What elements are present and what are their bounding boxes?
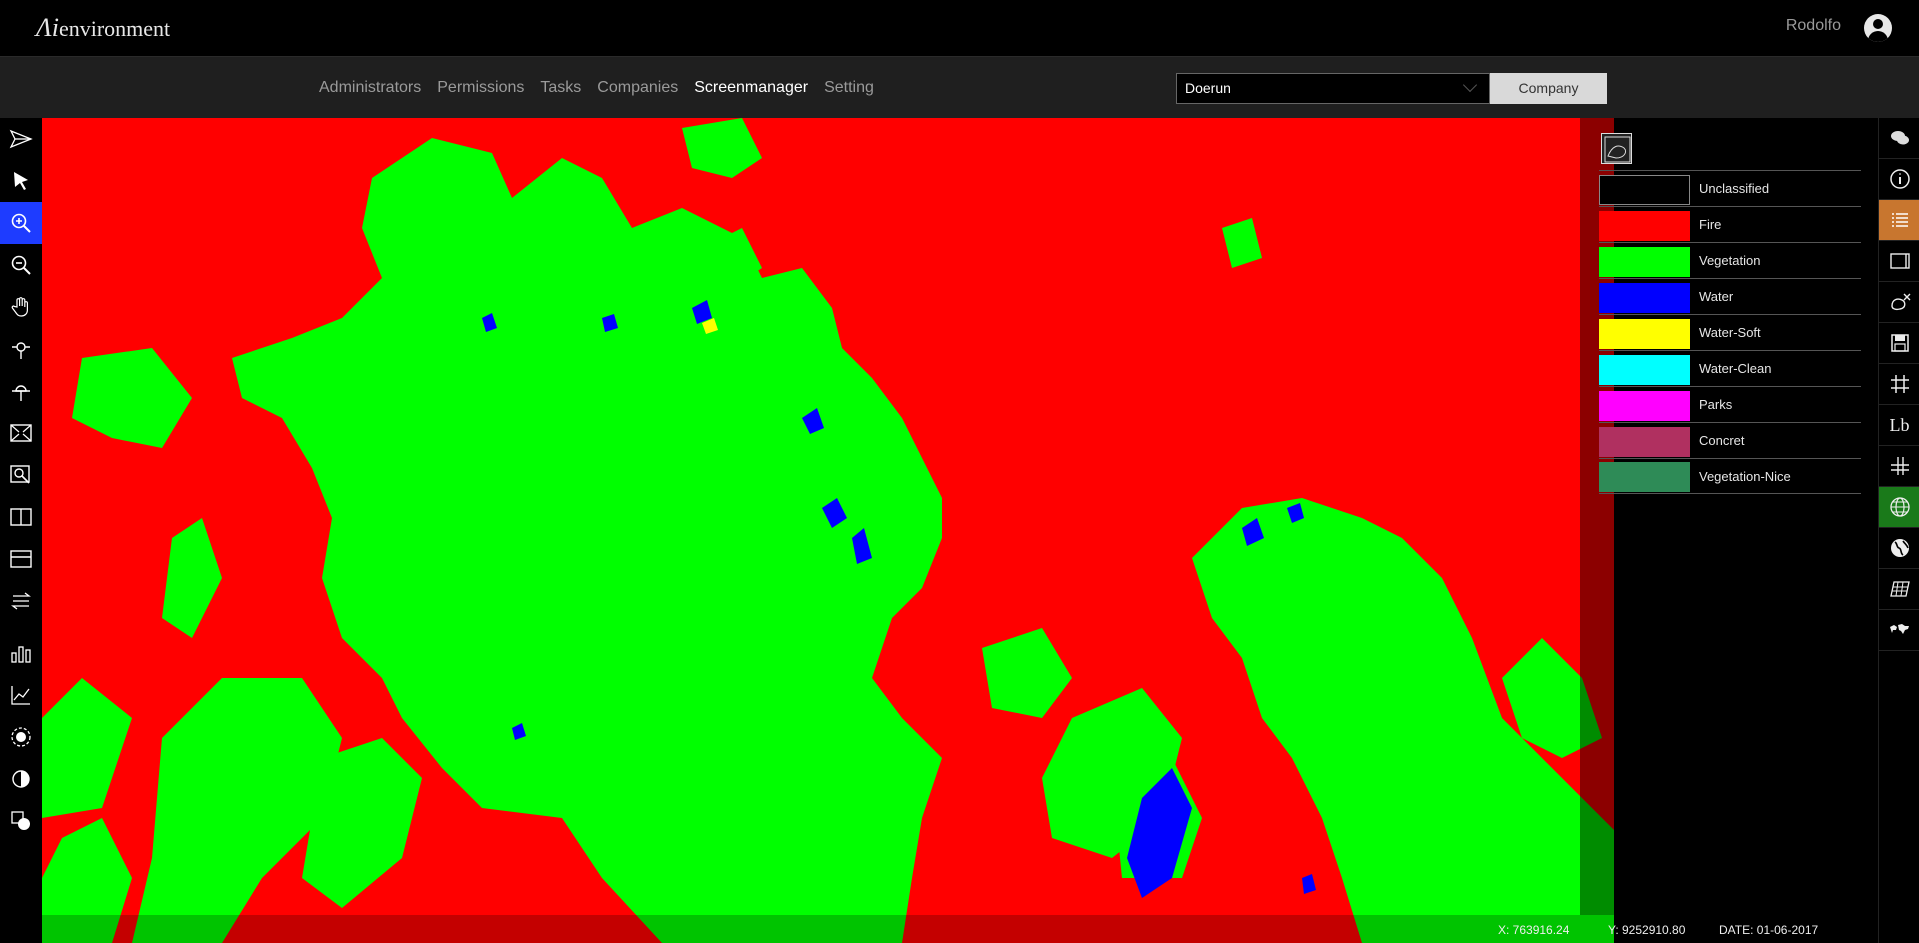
legend-swatch <box>1599 390 1690 421</box>
right-toolbar: Lb <box>1878 118 1919 943</box>
nav-companies[interactable]: Companies <box>597 79 678 97</box>
legend-label: Water-Soft <box>1699 325 1761 340</box>
layers-color-icon[interactable] <box>0 800 42 842</box>
world-map-icon[interactable] <box>1879 610 1919 651</box>
zoom-window-icon[interactable] <box>0 454 42 496</box>
legend-row-unclassified: Unclassified <box>1599 170 1861 206</box>
legend-label: Water-Clean <box>1699 361 1772 376</box>
pointer-icon[interactable] <box>0 160 42 202</box>
legend-row-vegetation: Vegetation <box>1599 242 1861 278</box>
legend-swatch <box>1599 318 1690 349</box>
nav-screenmanager[interactable]: Screenmanager <box>694 79 808 97</box>
legend-label: Parks <box>1699 397 1733 412</box>
user-avatar-icon[interactable] <box>1864 14 1892 42</box>
pin-add-icon[interactable] <box>0 328 42 370</box>
legend-swatch <box>1599 174 1690 205</box>
bar-chart-icon[interactable] <box>0 632 42 674</box>
split-horizontal-icon[interactable] <box>0 538 42 580</box>
company-button[interactable]: Company <box>1490 73 1607 104</box>
globe-grid-icon[interactable] <box>1879 487 1919 528</box>
panel-icon[interactable] <box>1879 241 1919 282</box>
status-bar: X: 763916.24 Y: 9252910.80 DATE: 01-06-2… <box>42 915 1878 943</box>
legend-toggle-icon[interactable] <box>1601 133 1632 164</box>
send-icon[interactable] <box>0 118 42 160</box>
nav-administrators[interactable]: Administrators <box>319 79 421 97</box>
graticule-icon[interactable] <box>1879 446 1919 487</box>
contrast-icon[interactable] <box>0 758 42 800</box>
legend-label: Vegetation <box>1699 253 1761 268</box>
legend-row-water-soft: Water-Soft <box>1599 314 1861 350</box>
pin-remove-icon[interactable] <box>0 370 42 412</box>
map-tiles-icon[interactable] <box>1879 569 1919 610</box>
legend-row-fire: Fire <box>1599 206 1861 242</box>
legend-label: Concret <box>1699 433 1745 448</box>
globe-icon[interactable] <box>1879 528 1919 569</box>
legend-swatch <box>1599 282 1690 313</box>
swipe-icon[interactable] <box>0 580 42 622</box>
line-chart-icon[interactable] <box>0 674 42 716</box>
legend-swatch <box>1599 246 1690 277</box>
legend-row-vegetation-nice: Vegetation-Nice <box>1599 458 1861 494</box>
coord-x-readout: X: 763916.24 <box>1498 923 1570 937</box>
nav-bar: Administrators Permissions Tasks Compani… <box>0 57 1919 118</box>
legend-swatch <box>1599 354 1690 385</box>
main-menu: Administrators Permissions Tasks Compani… <box>319 79 874 97</box>
legend-swatch <box>1599 210 1690 241</box>
grid-icon[interactable] <box>1879 364 1919 405</box>
legend-row-concret: Concret <box>1599 422 1861 458</box>
info-icon[interactable] <box>1879 159 1919 200</box>
company-select[interactable]: Doerun <box>1176 73 1490 104</box>
label-icon[interactable]: Lb <box>1879 405 1919 446</box>
nav-tasks[interactable]: Tasks <box>540 79 581 97</box>
legend-row-parks: Parks <box>1599 386 1861 422</box>
legend-label: Unclassified <box>1699 181 1770 196</box>
legend-list-icon[interactable] <box>1879 200 1919 241</box>
company-select-value: Doerun <box>1185 80 1231 96</box>
legend-row-water: Water <box>1599 278 1861 314</box>
pan-hand-icon[interactable] <box>0 286 42 328</box>
legend-swatch <box>1599 462 1690 492</box>
clear-layer-icon[interactable] <box>1879 282 1919 323</box>
chat-icon[interactable] <box>1879 118 1919 159</box>
legend-swatch <box>1599 426 1690 457</box>
legend-label: Fire <box>1699 217 1722 232</box>
logo-text: environment <box>58 16 171 41</box>
nav-permissions[interactable]: Permissions <box>437 79 524 97</box>
zoom-out-icon[interactable] <box>0 244 42 286</box>
top-bar: Λienvironment Rodolfo <box>0 0 1919 57</box>
legend-label: Vegetation-Nice <box>1699 468 1791 484</box>
zoom-in-icon[interactable] <box>0 202 42 244</box>
brightness-icon[interactable] <box>0 716 42 758</box>
save-icon[interactable] <box>1879 323 1919 364</box>
left-toolbar <box>0 118 42 943</box>
coord-y-readout: Y: 9252910.80 <box>1608 923 1686 937</box>
legend-list: Unclassified Fire Vegetation Water Water… <box>1599 170 1861 494</box>
legend-row-water-clean: Water-Clean <box>1599 350 1861 386</box>
app-logo[interactable]: Λienvironment <box>36 13 170 43</box>
fit-extent-icon[interactable] <box>0 412 42 454</box>
user-name[interactable]: Rodolfo <box>1786 17 1841 35</box>
legend-label: Water <box>1699 289 1734 304</box>
split-vertical-icon[interactable] <box>0 496 42 538</box>
nav-setting[interactable]: Setting <box>824 79 874 97</box>
date-readout: DATE: 01-06-2017 <box>1719 923 1819 937</box>
logo-ai: Λi <box>36 13 59 42</box>
chevron-down-icon <box>1462 77 1478 93</box>
